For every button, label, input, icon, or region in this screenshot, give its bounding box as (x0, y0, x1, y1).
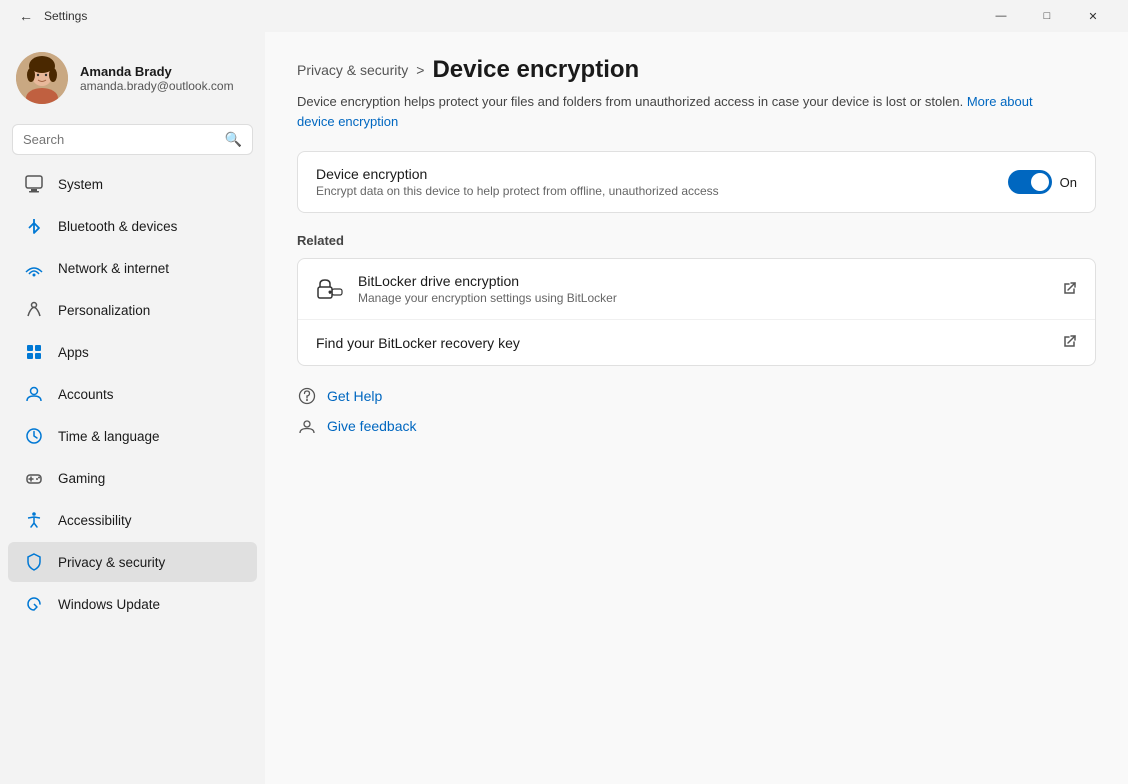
bitlocker-icon (316, 275, 344, 303)
sidebar-item-apps[interactable]: Apps (8, 332, 257, 372)
search-input[interactable] (23, 132, 217, 147)
window-controls: — □ ✕ (978, 0, 1116, 32)
sidebar-label-network: Network & internet (58, 261, 169, 276)
app-container: Amanda Brady amanda.brady@outlook.com 🔍 … (0, 32, 1128, 784)
sidebar-item-accessibility[interactable]: Accessibility (8, 500, 257, 540)
titlebar-title: Settings (40, 9, 978, 23)
breadcrumb: Privacy & security > Device encryption (297, 56, 1096, 84)
get-help-icon (297, 386, 317, 406)
sidebar-item-accounts[interactable]: Accounts (8, 374, 257, 414)
user-info: Amanda Brady amanda.brady@outlook.com (80, 64, 234, 93)
update-icon (24, 594, 44, 614)
toggle-wrap: On (1008, 170, 1077, 194)
maximize-button[interactable]: □ (1024, 0, 1070, 32)
sidebar-item-bluetooth[interactable]: Bluetooth & devices (8, 206, 257, 246)
sidebar-label-privacy: Privacy & security (58, 555, 165, 570)
avatar (16, 52, 68, 104)
related-recovery-key[interactable]: Find your BitLocker recovery key (298, 319, 1095, 365)
titlebar: ← Settings — □ ✕ (0, 0, 1128, 32)
related-label: Related (297, 233, 1096, 248)
sidebar-label-system: System (58, 177, 103, 192)
sidebar-label-bluetooth: Bluetooth & devices (58, 219, 177, 234)
user-name: Amanda Brady (80, 64, 234, 79)
page-description: Device encryption helps protect your fil… (297, 92, 1057, 131)
privacy-icon (24, 552, 44, 572)
breadcrumb-current: Device encryption (432, 56, 639, 84)
get-help-link[interactable]: Get Help (297, 386, 1096, 406)
network-icon (24, 258, 44, 278)
give-feedback-label: Give feedback (327, 418, 417, 434)
sidebar-item-network[interactable]: Network & internet (8, 248, 257, 288)
toggle-label: On (1060, 175, 1077, 190)
time-icon (24, 426, 44, 446)
accessibility-icon (24, 510, 44, 530)
sidebar-label-accessibility: Accessibility (58, 513, 132, 528)
sidebar: Amanda Brady amanda.brady@outlook.com 🔍 … (0, 32, 265, 784)
sidebar-item-system[interactable]: System (8, 164, 257, 204)
sidebar-label-apps: Apps (58, 345, 89, 360)
device-encryption-info: Device encryption Encrypt data on this d… (316, 166, 1008, 198)
apps-icon (24, 342, 44, 362)
sidebar-label-personalization: Personalization (58, 303, 150, 318)
sidebar-label-update: Windows Update (58, 597, 160, 612)
search-box[interactable]: 🔍 (12, 124, 253, 155)
help-links: Get Help Give feedback (297, 386, 1096, 436)
give-feedback-link[interactable]: Give feedback (297, 416, 1096, 436)
device-encryption-row: Device encryption Encrypt data on this d… (298, 152, 1095, 212)
personalization-icon (24, 300, 44, 320)
related-bitlocker[interactable]: BitLocker drive encryption Manage your e… (298, 259, 1095, 319)
device-encryption-card: Device encryption Encrypt data on this d… (297, 151, 1096, 213)
external-link-icon-2 (1063, 334, 1077, 351)
device-encryption-toggle[interactable] (1008, 170, 1052, 194)
recovery-key-title: Find your BitLocker recovery key (316, 335, 520, 351)
back-button[interactable]: ← (12, 2, 40, 30)
bluetooth-icon (24, 216, 44, 236)
close-button[interactable]: ✕ (1070, 0, 1116, 32)
give-feedback-icon (297, 416, 317, 436)
get-help-label: Get Help (327, 388, 382, 404)
sidebar-item-privacy[interactable]: Privacy & security (8, 542, 257, 582)
user-section: Amanda Brady amanda.brady@outlook.com (0, 40, 265, 120)
sidebar-item-time[interactable]: Time & language (8, 416, 257, 456)
main-content: Privacy & security > Device encryption D… (265, 32, 1128, 784)
bitlocker-title: BitLocker drive encryption (358, 273, 617, 289)
external-link-icon (1063, 281, 1077, 298)
sidebar-label-gaming: Gaming (58, 471, 105, 486)
system-icon (24, 174, 44, 194)
related-card: BitLocker drive encryption Manage your e… (297, 258, 1096, 366)
accounts-icon (24, 384, 44, 404)
breadcrumb-separator: > (416, 62, 424, 78)
bitlocker-desc: Manage your encryption settings using Bi… (358, 291, 617, 305)
sidebar-label-accounts: Accounts (58, 387, 114, 402)
device-encryption-desc: Encrypt data on this device to help prot… (316, 184, 1008, 198)
device-encryption-title: Device encryption (316, 166, 1008, 182)
sidebar-item-gaming[interactable]: Gaming (8, 458, 257, 498)
user-email: amanda.brady@outlook.com (80, 79, 234, 93)
search-icon: 🔍 (225, 131, 242, 148)
sidebar-item-personalization[interactable]: Personalization (8, 290, 257, 330)
gaming-icon (24, 468, 44, 488)
breadcrumb-parent: Privacy & security (297, 62, 408, 78)
sidebar-label-time: Time & language (58, 429, 160, 444)
sidebar-item-update[interactable]: Windows Update (8, 584, 257, 624)
minimize-button[interactable]: — (978, 0, 1024, 32)
